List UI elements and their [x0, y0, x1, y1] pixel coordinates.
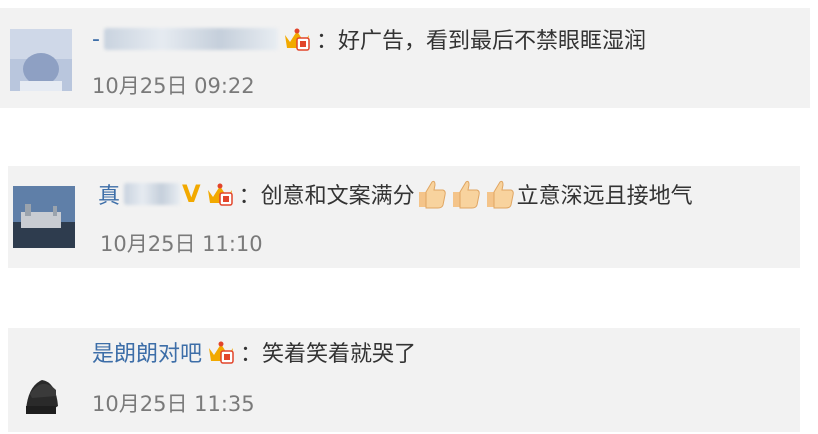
- username[interactable]: -: [92, 27, 100, 52]
- avatar[interactable]: [13, 186, 75, 248]
- thumbs-up-icon: [452, 180, 480, 209]
- colon: ：: [238, 184, 261, 209]
- colon: ：: [315, 29, 338, 54]
- thumbs-up-icon: [486, 180, 514, 209]
- comment-card: - ： 好广告，看到最后不禁眼眶湿润 10月25日 09:22: [0, 8, 810, 108]
- vip-crown-icon[interactable]: [206, 339, 236, 365]
- blurred-username: [124, 183, 181, 205]
- avatar[interactable]: [10, 29, 72, 91]
- vip-crown-icon[interactable]: [205, 181, 235, 207]
- avatar-image: [10, 29, 72, 91]
- thumbs-up-icon: [418, 180, 446, 209]
- comment-card: 是朗朗对吧 ： 笑着笑着就哭了 10月25日 11:35: [8, 328, 800, 432]
- comment-card: 真 V ： 创意和文案满分 立意深远且接地气 10月25日 11:10: [8, 166, 800, 268]
- comment-header: 是朗朗对吧 ： 笑着笑着就哭了: [92, 335, 416, 369]
- avatar[interactable]: [12, 360, 74, 422]
- comment-text: 好广告，看到最后不禁眼眶湿润: [337, 29, 646, 54]
- username[interactable]: 是朗朗对吧: [92, 336, 202, 368]
- timestamp: 10月25日 11:10: [100, 232, 263, 256]
- comment-text: 创意和文案满分: [260, 184, 415, 209]
- timestamp: 10月25日 09:22: [92, 74, 255, 98]
- avatar-image: [12, 360, 74, 422]
- verified-v-icon: V: [182, 180, 201, 208]
- avatar-image: [13, 186, 75, 248]
- colon: ：: [240, 342, 263, 367]
- comment-header: - ： 好广告，看到最后不禁眼眶湿润: [92, 22, 646, 56]
- timestamp: 10月25日 11:35: [92, 392, 255, 416]
- blurred-username: [103, 28, 278, 50]
- comment-text: 笑着笑着就哭了: [262, 342, 417, 367]
- comment-header: 真 V ： 创意和文案满分 立意深远且接地气: [98, 177, 693, 211]
- comment-text-continued: 立意深远且接地气: [516, 184, 693, 209]
- vip-crown-icon[interactable]: [282, 26, 312, 52]
- username[interactable]: 真: [98, 178, 120, 210]
